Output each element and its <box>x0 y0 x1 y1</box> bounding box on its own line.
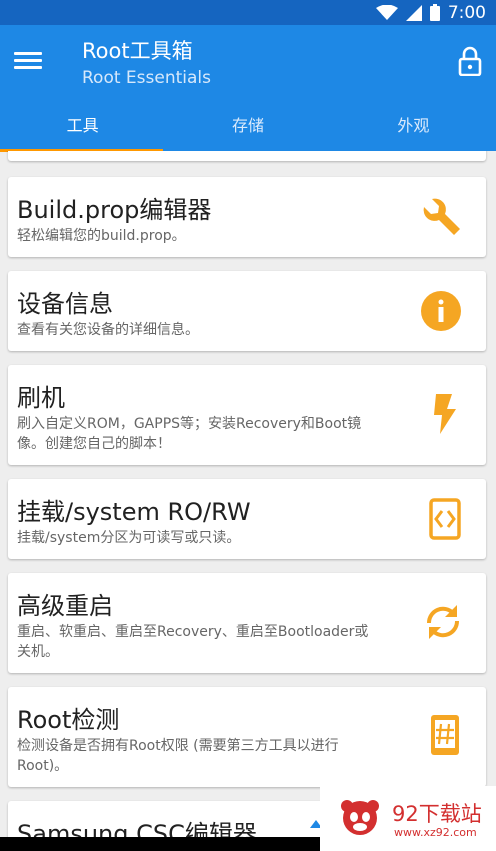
status-time: 7:00 <box>447 2 486 23</box>
card-flash[interactable]: 刷机 刷入自定义ROM，GAPPS等；安装Recovery和Boot镜像。创建您… <box>8 365 486 465</box>
root-check-icon <box>431 715 459 755</box>
card-buildprop-editor[interactable]: Build.prop编辑器 轻松编辑您的build.prop。 <box>8 177 486 257</box>
card-root-check[interactable]: Root检测 检测设备是否拥有Root权限 (需要第三方工具以进行Root)。 <box>8 687 486 787</box>
watermark-url: www.xz92.com <box>394 826 477 839</box>
status-bar: 7:00 <box>0 0 496 25</box>
tool-list: Build.prop编辑器 轻松编辑您的build.prop。 设备信息 查看有… <box>0 151 496 851</box>
partial-card-top[interactable] <box>8 151 486 161</box>
card-title: 设备信息 <box>17 290 113 318</box>
battery-icon <box>429 4 440 21</box>
card-title: Root检测 <box>17 706 120 734</box>
wrench-icon <box>423 198 460 235</box>
tab-bar: 工具 存储 外观 <box>0 111 496 151</box>
card-title: Build.prop编辑器 <box>17 196 212 224</box>
flash-icon <box>434 394 456 434</box>
cell-signal-icon <box>405 4 422 21</box>
card-advanced-reboot[interactable]: 高级重启 重启、软重启、重启至Recovery、重启至Bootloader或关机… <box>8 573 486 673</box>
watermark-logo-icon <box>341 800 379 835</box>
card-description: 挂载/system分区为可读写或只读。 <box>17 530 241 546</box>
watermark-title: 92下载站 <box>392 802 482 826</box>
card-device-info[interactable]: 设备信息 查看有关您设备的详细信息。 <box>8 271 486 351</box>
menu-icon[interactable] <box>14 49 42 73</box>
tab-appearance[interactable]: 外观 <box>331 111 496 151</box>
lock-icon[interactable] <box>458 46 482 76</box>
app-subtitle: Root Essentials <box>82 68 211 88</box>
card-description: 查看有关您设备的详细信息。 <box>17 322 199 338</box>
card-mount-system[interactable]: 挂载/system RO/RW 挂载/system分区为可读写或只读。 <box>8 479 486 559</box>
card-title: 高级重启 <box>17 592 113 620</box>
card-description: 检测设备是否拥有Root权限 (需要第三方工具以进行Root)。 <box>17 738 339 774</box>
card-description: 轻松编辑您的build.prop。 <box>17 228 186 244</box>
reboot-icon <box>426 605 460 639</box>
mount-icon <box>429 498 461 540</box>
app-bar: Root工具箱 Root Essentials 工具 存储 外观 <box>0 25 496 152</box>
card-title: 挂载/system RO/RW <box>17 498 251 526</box>
card-title: 刷机 <box>17 384 65 412</box>
watermark: 92下载站 www.xz92.com <box>320 786 496 851</box>
card-description: 重启、软重启、重启至Recovery、重启至Bootloader或关机。 <box>17 624 369 660</box>
navigation-bar <box>0 837 320 851</box>
card-description: 刷入自定义ROM，GAPPS等；安装Recovery和Boot镜像。创建您自己的… <box>17 416 362 452</box>
app-title: Root工具箱 <box>82 39 193 63</box>
tab-tools[interactable]: 工具 <box>0 111 165 151</box>
info-icon <box>421 291 461 331</box>
tab-storage[interactable]: 存储 <box>165 111 330 151</box>
wifi-icon <box>375 4 398 20</box>
